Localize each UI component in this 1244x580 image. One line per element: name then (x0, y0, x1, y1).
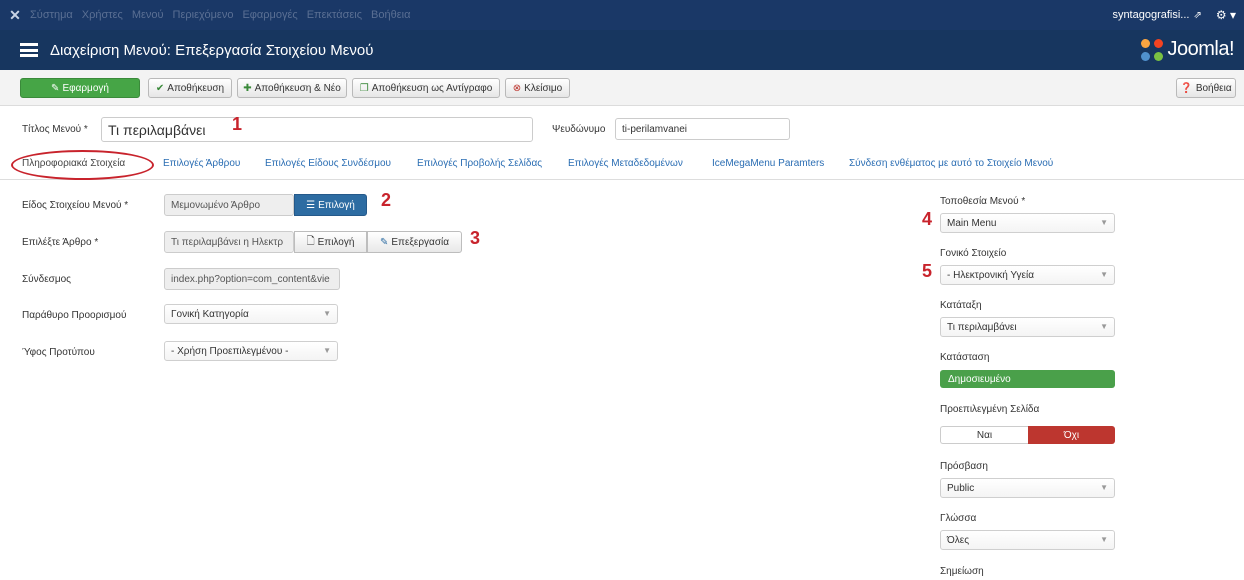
default-no-button[interactable]: Όχι (1028, 426, 1115, 444)
annotation-circle (11, 150, 154, 180)
gear-icon[interactable]: ⚙ ▾ (1216, 8, 1236, 22)
annotation-marker-4: 4 (922, 209, 933, 229)
topnav-right: syntagografisi... ⇗ ⚙ ▾ (1112, 0, 1236, 30)
annotation-marker-5: 5 (922, 261, 933, 281)
status-select[interactable]: Δημοσιευμένο (940, 370, 1115, 388)
alias-input[interactable]: ti-perilamvanei (615, 118, 790, 140)
copy-icon: ❐ (359, 82, 369, 94)
chevron-down-icon: ▼ (1100, 535, 1108, 544)
joomla-logo-text: Joomla! (1167, 38, 1234, 60)
status-label: Κατάσταση (940, 352, 990, 363)
template-style-select[interactable]: - Χρήση Προεπιλεγμένου - ▼ (164, 341, 338, 361)
template-style-label: Ύφος Προτύπου (22, 347, 95, 358)
parent-item-select[interactable]: - Ηλεκτρονική Υγεία ▼ (940, 265, 1115, 285)
tab-link-type-options[interactable]: Επιλογές Είδους Συνδέσμου (265, 158, 391, 169)
apply-button[interactable]: ✎ Εφαρμογή (20, 78, 140, 98)
article-edit-button[interactable]: ✎ Επεξεργασία (367, 231, 462, 253)
joomla-logo: Joomla! (1141, 38, 1234, 61)
access-label: Πρόσβαση (940, 461, 988, 472)
article-value: Τι περιλαμβάνει η Ηλεκτρ (164, 231, 294, 253)
annotation-marker-3: 3 (470, 228, 481, 248)
menu-help[interactable]: Βοήθεια (371, 9, 410, 21)
close-circle-icon: ⊗ (512, 82, 522, 94)
parent-item-label: Γονικό Στοιχείο (940, 248, 1007, 259)
chevron-down-icon: ▼ (1100, 322, 1108, 331)
tab-page-display[interactable]: Επιλογές Προβολής Σελίδας (417, 158, 542, 169)
menu-menus[interactable]: Μενού (132, 9, 164, 21)
menu-components[interactable]: Εφαρμογές (242, 9, 297, 21)
top-navbar: ✕ Σύστημα Χρήστες Μενού Περιεχόμενο Εφαρ… (0, 0, 1244, 30)
menu-item-type-value: Μεμονωμένο Άρθρο (164, 194, 294, 216)
save-button[interactable]: ✔ Αποθήκευση (148, 78, 232, 98)
ordering-label: Κατάταξη (940, 300, 982, 311)
note-label: Σημείωση (940, 566, 984, 577)
menu-system[interactable]: Σύστημα (30, 9, 73, 21)
menu-location-label: Τοποθεσία Μενού * (940, 196, 1026, 207)
plus-icon: ✚ (243, 82, 252, 94)
menu-content[interactable]: Περιεχόμενο (173, 9, 234, 21)
menu-location-select[interactable]: Main Menu ▼ (940, 213, 1115, 233)
menu-users[interactable]: Χρήστες (82, 9, 123, 21)
list-icon: ☰ (306, 199, 316, 211)
tab-metadata[interactable]: Επιλογές Μεταδεδομένων (568, 158, 683, 169)
joomla-logo-icon (1141, 38, 1164, 61)
target-window-label: Παράθυρο Προορισμού (22, 310, 127, 321)
language-label: Γλώσσα (940, 513, 977, 524)
article-select-button[interactable]: 🗋 Επιλογή (294, 231, 367, 253)
alias-label: Ψευδώνυμο (552, 124, 606, 135)
joomla-x-icon[interactable]: ✕ (0, 7, 30, 24)
page-title: Διαχείριση Μενού: Επεξεργασία Στοιχείου … (50, 41, 374, 59)
chevron-down-icon: ▼ (1100, 270, 1108, 279)
link-input[interactable]: index.php?option=com_content&vie (164, 268, 340, 290)
tab-icemegamenu[interactable]: IceMegaMenu Paramters (712, 158, 824, 169)
save-copy-button[interactable]: ❐ Αποθήκευση ως Αντίγραφο (352, 78, 500, 98)
target-window-select[interactable]: Γονική Κατηγορία ▼ (164, 304, 338, 324)
edit-icon: ✎ (380, 236, 389, 248)
access-select[interactable]: Public ▼ (940, 478, 1115, 498)
default-page-label: Προεπιλεγμένη Σελίδα (940, 404, 1040, 415)
ordering-select[interactable]: Τι περιλαμβάνει ▼ (940, 317, 1115, 337)
external-link-icon[interactable]: ⇗ (1193, 10, 1201, 21)
select-article-label: Επιλέξτε Άρθρο * (22, 237, 99, 248)
tab-article-options[interactable]: Επιλογές Άρθρου (163, 158, 240, 169)
chevron-down-icon: ▼ (323, 346, 331, 355)
annotation-marker-1: 1 (232, 114, 243, 134)
menu-item-type-label: Είδος Στοιχείου Μενού * (22, 200, 129, 211)
file-icon: 🗋 (306, 235, 315, 247)
page-header: Διαχείριση Μενού: Επεξεργασία Στοιχείου … (0, 30, 1244, 70)
chevron-down-icon: ▼ (323, 309, 331, 318)
menu-extensions[interactable]: Επεκτάσεις (307, 9, 362, 21)
link-label: Σύνδεσμος (22, 274, 71, 285)
site-name-link[interactable]: syntagografisi... (1112, 9, 1189, 21)
language-select[interactable]: Όλες ▼ (940, 530, 1115, 550)
help-button[interactable]: ❓ Βοήθεια (1176, 78, 1236, 98)
close-button[interactable]: ⊗ Κλείσιμο (505, 78, 570, 98)
chevron-down-icon: ▼ (1100, 483, 1108, 492)
title-input[interactable]: Τι περιλαμβάνει (101, 117, 533, 142)
type-select-button[interactable]: ☰ Επιλογή (294, 194, 367, 216)
check-icon: ✔ (155, 82, 165, 94)
list-icon (20, 43, 38, 57)
toolbar: ✎ Εφαρμογή ✔ Αποθήκευση ✚ Αποθήκευση & Νέο … (0, 70, 1244, 106)
chevron-down-icon: ▼ (1100, 218, 1108, 227)
tab-module-assignment[interactable]: Σύνδεση ενθέματος με αυτό το Στοιχείο Με… (849, 158, 1053, 169)
edit-icon: ✎ (51, 82, 60, 94)
title-label: Τίτλος Μενού * (22, 124, 88, 135)
annotation-marker-2: 2 (381, 190, 392, 210)
default-yes-button[interactable]: Ναι (940, 426, 1028, 444)
question-icon: ❓ (1180, 82, 1193, 94)
save-new-button[interactable]: ✚ Αποθήκευση & Νέο (237, 78, 347, 98)
tab-bar: Πληροφοριακά Στοιχεία Επιλογές Άρθρου Επ… (0, 152, 1244, 180)
